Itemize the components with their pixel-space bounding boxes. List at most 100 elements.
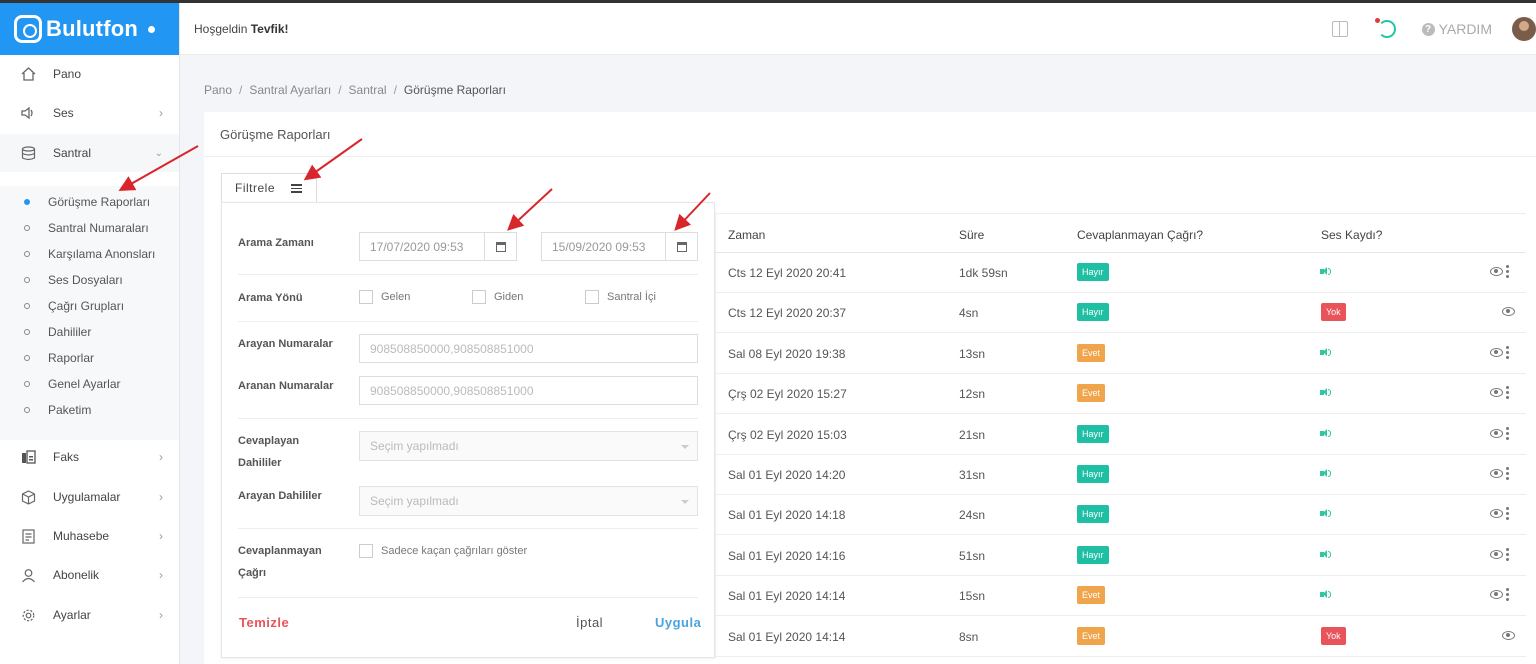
more-options-icon[interactable] (1506, 386, 1509, 400)
table-row[interactable]: Sal 01 Eyl 2020 14:18 24sn Hayır (716, 495, 1526, 536)
date-to-input[interactable]: 15/09/2020 09:53 (541, 232, 698, 261)
column-header-sure[interactable]: Süre (959, 228, 984, 242)
column-header-zaman[interactable]: Zaman (728, 228, 765, 242)
calendar-button[interactable] (484, 233, 516, 260)
submenu-item-paketim[interactable]: Paketim (0, 397, 179, 423)
sidebar-item-pano[interactable]: Pano (0, 55, 179, 93)
play-audio-icon[interactable] (1320, 468, 1332, 480)
table-header: Zaman Süre Cevaplanmayan Çağrı? Ses Kayd… (716, 213, 1526, 253)
gift-icon[interactable] (1331, 21, 1348, 37)
play-audio-icon[interactable] (1320, 266, 1332, 278)
cell-duration: 51sn (959, 548, 986, 563)
play-audio-icon[interactable] (1320, 549, 1332, 561)
more-options-icon[interactable] (1506, 588, 1509, 602)
missed-status-badge: Hayır (1077, 424, 1109, 443)
breadcrumb: Pano / Santral Ayarları / Santral / Görüşme Ra… (204, 83, 506, 97)
brand-logo[interactable]: Bulutfon (0, 3, 179, 55)
column-header-ses-kaydi[interactable]: Ses Kaydı? (1321, 228, 1382, 242)
breadcrumb-item-santral-ayarlari[interactable]: Santral Ayarları (249, 83, 331, 97)
sidebar-toggle-dot[interactable] (148, 25, 156, 33)
apply-button[interactable]: Uygula (655, 615, 701, 630)
more-options-icon[interactable] (1506, 507, 1509, 521)
date-from-input[interactable]: 17/07/2020 09:53 (359, 232, 517, 261)
direction-giden-checkbox[interactable]: Giden (472, 290, 523, 304)
table-row[interactable]: Sal 01 Eyl 2020 14:16 51sn Hayır (716, 536, 1526, 576)
user-avatar[interactable] (1512, 17, 1536, 41)
column-header-cevaplanmayan[interactable]: Cevaplanmayan Çağrı? (1077, 228, 1203, 242)
calendar-button[interactable] (665, 233, 697, 260)
caller-ext-select[interactable]: Seçim yapılmadı (359, 486, 698, 516)
eye-icon[interactable] (1490, 267, 1503, 276)
sidebar-item-abonelik[interactable]: Abonelik › (0, 556, 179, 594)
more-options-icon[interactable] (1506, 265, 1509, 278)
table-row[interactable]: Sal 01 Eyl 2020 14:20 31sn Hayır (716, 455, 1526, 495)
cell-time: Sal 01 Eyl 2020 14:14 (728, 589, 846, 604)
sidebar-item-muhasebe[interactable]: Muhasebe › (0, 517, 179, 555)
submenu-item-gorusme-raporlari[interactable]: Görüşme Raporları (0, 189, 179, 215)
direction-santral-ici-checkbox[interactable]: Santral İçi (585, 290, 656, 304)
chevron-right-icon: › (159, 608, 163, 622)
table-row[interactable]: Cts 12 Eyl 2020 20:37 4sn Hayır Yok (716, 293, 1526, 334)
more-options-icon[interactable] (1506, 426, 1509, 440)
bullet-icon (24, 381, 30, 387)
more-options-icon[interactable] (1506, 345, 1509, 359)
answering-ext-select[interactable]: Seçim yapılmadı (359, 431, 698, 461)
cancel-button[interactable]: İptal (576, 615, 603, 630)
table-row[interactable]: Sal 01 Eyl 2020 14:14 15sn Evet (716, 576, 1526, 617)
checkbox-label: Giden (494, 291, 524, 303)
table-row[interactable]: Sal 01 Eyl 2020 14:14 8sn Evet Yok (716, 617, 1526, 657)
callers-input[interactable]: 908508850000,908508851000 (359, 334, 698, 363)
chevron-right-icon: › (159, 568, 163, 582)
eye-icon[interactable] (1490, 347, 1503, 357)
eye-icon[interactable] (1490, 549, 1503, 559)
play-audio-icon[interactable] (1320, 387, 1332, 399)
divider (238, 274, 698, 275)
sidebar-item-uygulamalar[interactable]: Uygulamalar › (0, 478, 179, 516)
filter-toggle-button[interactable]: Filtrele (221, 173, 317, 202)
top-header: Hoşgeldin Tevfik! ? YARDIM (180, 3, 1536, 55)
more-options-icon[interactable] (1506, 547, 1509, 561)
cell-time: Cts 12 Eyl 2020 20:37 (728, 306, 847, 321)
submenu-item-genel-ayarlar[interactable]: Genel Ayarlar (0, 371, 179, 397)
checkbox-box[interactable] (585, 290, 599, 304)
sidebar-item-ses[interactable]: Ses › (0, 94, 179, 132)
breadcrumb-item-santral[interactable]: Santral (349, 83, 387, 97)
table-row[interactable]: Çrş 02 Eyl 2020 15:27 12sn Evet (716, 374, 1526, 415)
missed-only-checkbox[interactable]: Sadece kaçan çağrıları göster (359, 544, 527, 558)
sidebar-item-ayarlar[interactable]: Ayarlar › (0, 596, 179, 634)
direction-gelen-checkbox[interactable]: Gelen (359, 290, 410, 304)
play-audio-icon[interactable] (1320, 347, 1332, 359)
eye-icon[interactable] (1490, 509, 1503, 519)
checkbox-box[interactable] (359, 544, 373, 558)
eye-icon[interactable] (1490, 428, 1503, 438)
sidebar-item-faks[interactable]: Faks › (0, 438, 179, 476)
submenu-item-raporlar[interactable]: Raporlar (0, 345, 179, 371)
cell-duration: 8sn (959, 629, 979, 644)
submenu-item-ses-dosyalari[interactable]: Ses Dosyaları (0, 267, 179, 293)
status-spinner-icon[interactable] (1374, 18, 1396, 38)
called-input[interactable]: 908508850000,908508851000 (359, 376, 698, 405)
checkbox-box[interactable] (359, 290, 373, 304)
table-row[interactable]: Cts 12 Eyl 2020 20:41 1dk 59sn Hayır (716, 253, 1526, 293)
clear-button[interactable]: Temizle (239, 615, 289, 630)
play-audio-icon[interactable] (1320, 589, 1332, 601)
table-row[interactable]: Çrş 02 Eyl 2020 15:03 21sn Hayır (716, 415, 1526, 455)
breadcrumb-item-pano[interactable]: Pano (204, 83, 232, 97)
welcome-message: Hoşgeldin Tevfik! (194, 22, 289, 36)
sidebar-item-santral[interactable]: Santral ⌄ (0, 134, 179, 172)
eye-icon[interactable] (1502, 630, 1515, 640)
eye-icon[interactable] (1490, 590, 1503, 600)
submenu-item-cagri-gruplari[interactable]: Çağrı Grupları (0, 293, 179, 319)
submenu-item-dahililer[interactable]: Dahililer (0, 319, 179, 345)
eye-icon[interactable] (1490, 469, 1503, 478)
more-options-icon[interactable] (1506, 467, 1509, 480)
play-audio-icon[interactable] (1320, 428, 1332, 440)
help-button[interactable]: ? YARDIM (1421, 21, 1492, 37)
eye-icon[interactable] (1490, 388, 1503, 398)
eye-icon[interactable] (1502, 307, 1515, 317)
submenu-item-karsilama-anonslari[interactable]: Karşılama Anonsları (0, 241, 179, 267)
submenu-item-santral-numaralari[interactable]: Santral Numaraları (0, 215, 179, 241)
table-row[interactable]: Sal 08 Eyl 2020 19:38 13sn Evet (716, 334, 1526, 374)
checkbox-box[interactable] (472, 290, 486, 304)
play-audio-icon[interactable] (1320, 508, 1332, 520)
